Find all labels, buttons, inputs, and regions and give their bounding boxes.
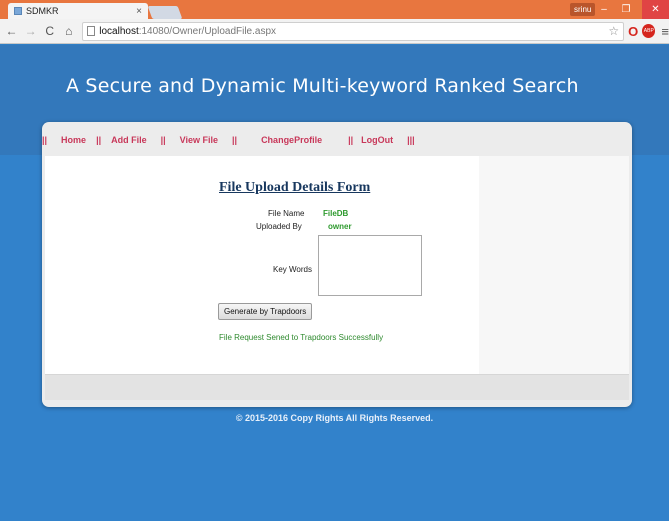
file-name-value: FileDB: [323, 209, 349, 218]
menu-separator: ||: [160, 135, 166, 145]
back-icon[interactable]: ←: [4, 23, 19, 39]
address-bar[interactable]: localhost:14080/Owner/UploadFile.aspx ☆: [82, 21, 625, 41]
browser-tab[interactable]: SDMKR ×: [8, 3, 148, 19]
new-tab-button[interactable]: [147, 6, 183, 19]
favicon-icon: [14, 7, 22, 15]
form-panel: File Upload Details Form File Name FileD…: [45, 156, 479, 374]
nav-menu: || Home || Add File || View File || Chan…: [42, 124, 632, 156]
status-message: File Request Sened to Trapdoors Successf…: [219, 333, 384, 342]
browser-titlebar: SDMKR × srinu – ❐ ✕: [0, 0, 669, 19]
url-path: :14080/Owner/UploadFile.aspx: [138, 25, 277, 37]
form-title: File Upload Details Form: [219, 180, 371, 195]
browser-toolbar: ← → C ⌂ localhost:14080/Owner/UploadFile…: [0, 19, 669, 44]
tab-title: SDMKR: [26, 6, 59, 16]
maximize-button[interactable]: ❐: [615, 0, 637, 19]
keywords-textarea[interactable]: [318, 235, 422, 296]
container-footer: [45, 374, 629, 400]
star-icon[interactable]: ☆: [608, 24, 619, 38]
url-host: localhost: [99, 25, 139, 37]
menu-item-view-file[interactable]: View File: [180, 135, 218, 145]
close-window-button[interactable]: ✕: [642, 0, 669, 19]
menu-separator: ||: [96, 135, 102, 145]
home-icon[interactable]: ⌂: [61, 23, 76, 39]
generate-trapdoors-button[interactable]: Generate by Trapdoors: [218, 303, 313, 320]
menu-item-add-file[interactable]: Add File: [111, 135, 147, 145]
menu-item-logout[interactable]: LogOut: [361, 135, 393, 145]
forward-icon[interactable]: →: [23, 23, 38, 39]
file-name-label: File Name: [268, 209, 305, 218]
menu-item-change-profile[interactable]: ChangeProfile: [261, 135, 322, 145]
uploaded-by-value: owner: [328, 222, 352, 231]
copyright-text: © 2015-2016 Copy Rights All Rights Reser…: [235, 413, 434, 423]
page: A Secure and Dynamic Multi-keyword Ranke…: [0, 45, 669, 521]
main-container: || Home || Add File || View File || Chan…: [42, 122, 632, 407]
adblock-icon[interactable]: ABP: [642, 24, 656, 38]
profile-badge[interactable]: srinu: [570, 3, 596, 16]
menu-separator: ||: [348, 135, 354, 145]
site-title: A Secure and Dynamic Multi-keyword Ranke…: [66, 75, 579, 97]
minimize-button[interactable]: –: [593, 0, 615, 19]
opera-icon[interactable]: O: [628, 24, 638, 39]
reload-icon[interactable]: C: [42, 23, 57, 39]
tab-close-icon[interactable]: ×: [136, 6, 142, 17]
page-icon: [87, 26, 96, 36]
menu-separator: ||: [232, 135, 238, 145]
menu-separator: |||: [407, 135, 415, 145]
side-panel: [479, 156, 629, 374]
keywords-label: Key Words: [273, 265, 312, 274]
menu-separator: ||: [42, 135, 48, 145]
menu-icon[interactable]: ≡: [661, 24, 669, 39]
menu-item-home[interactable]: Home: [61, 135, 86, 145]
uploaded-by-label: Uploaded By: [256, 222, 302, 231]
